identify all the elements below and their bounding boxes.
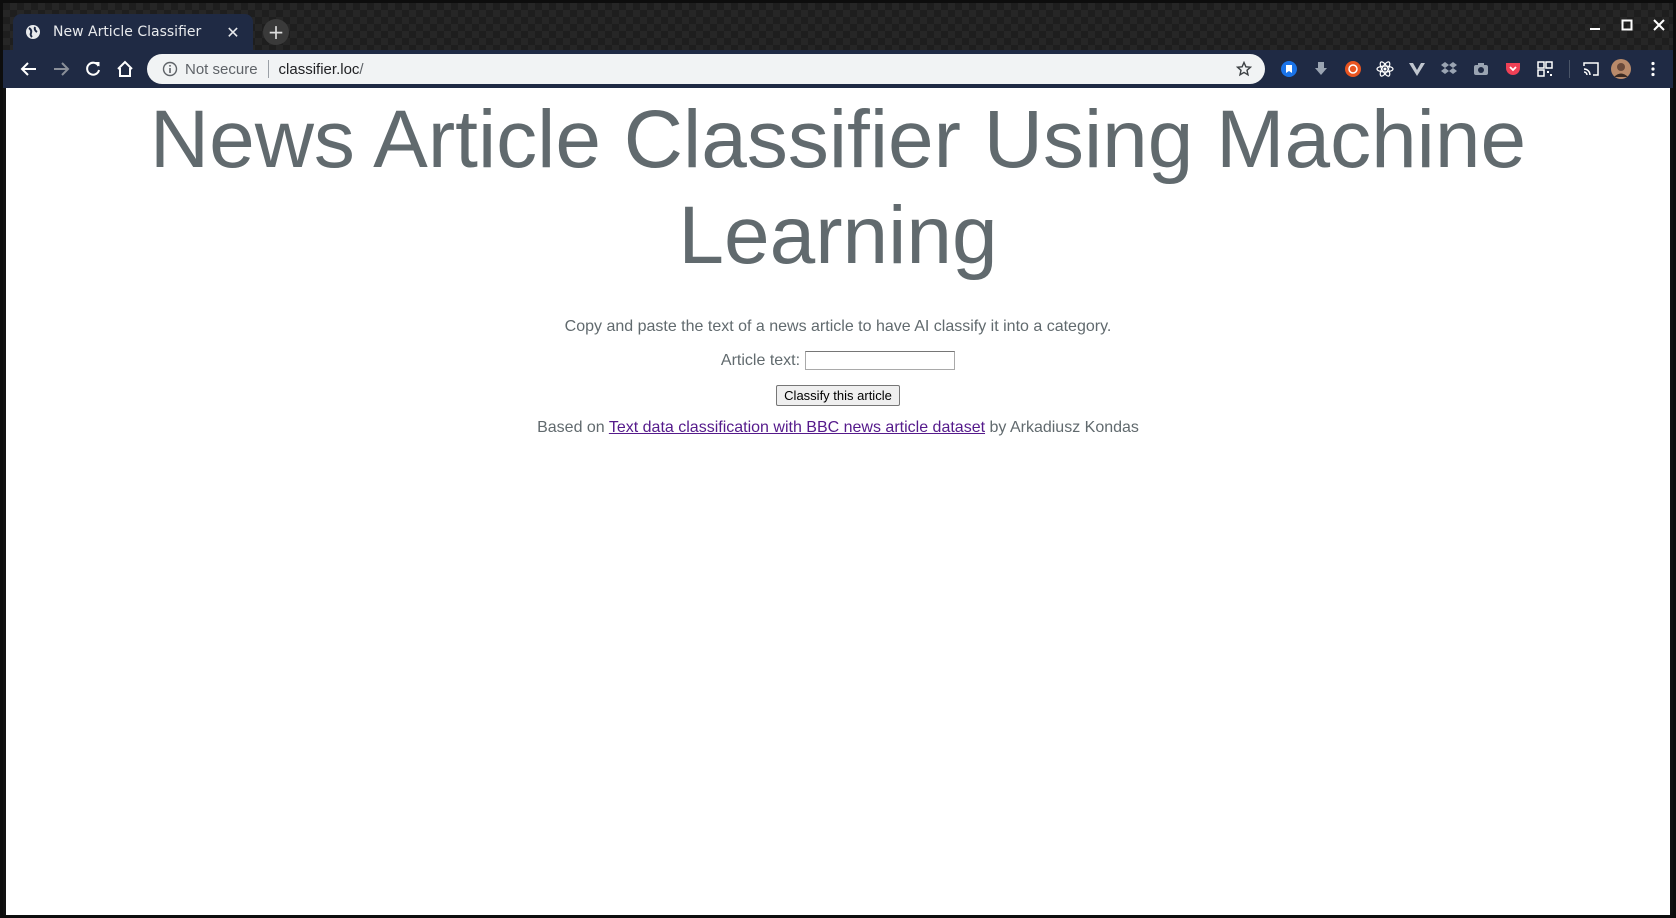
back-icon[interactable]: [17, 57, 41, 81]
credit-line: Based on Text data classification with B…: [6, 419, 1670, 437]
browser-window: New Article Classifier ✕ + Not secure cl…: [0, 0, 1676, 918]
tab-active[interactable]: New Article Classifier ✕: [13, 14, 253, 50]
toolbar-divider: [1569, 60, 1570, 78]
credit-link[interactable]: Text data classification with BBC news a…: [609, 419, 985, 436]
omnibox-divider: [267, 60, 269, 78]
article-text-input[interactable]: [805, 351, 956, 370]
maximize-icon[interactable]: [1615, 15, 1639, 35]
tab-title: New Article Classifier: [53, 24, 202, 40]
bookmark-star-icon[interactable]: [1231, 61, 1257, 77]
react-icon[interactable]: [1375, 59, 1395, 79]
info-icon[interactable]: [155, 61, 185, 77]
forward-icon[interactable]: [49, 57, 73, 81]
tab-strip: New Article Classifier ✕ +: [3, 3, 1673, 50]
ubuntu-icon[interactable]: [1343, 59, 1363, 79]
classify-button[interactable]: Classify this article: [776, 385, 900, 406]
new-tab-button[interactable]: +: [263, 19, 289, 45]
security-label: Not secure: [185, 60, 258, 78]
avatar[interactable]: [1611, 59, 1631, 79]
page-title: News Article Classifier Using Machine Le…: [149, 94, 1527, 281]
minimize-icon[interactable]: [1583, 15, 1607, 35]
browser-toolbar: Not secure classifier.loc/: [3, 50, 1673, 88]
home-icon[interactable]: [113, 57, 137, 81]
reload-icon[interactable]: [81, 57, 105, 81]
url-path: /: [359, 60, 364, 78]
page-content: News Article Classifier Using Machine Le…: [6, 88, 1670, 915]
submit-row: Classify this article: [6, 385, 1670, 406]
url-host: classifier.loc: [278, 60, 360, 78]
vue-icon[interactable]: [1407, 59, 1427, 79]
download-icon[interactable]: [1311, 59, 1331, 79]
cast-icon[interactable]: [1581, 59, 1601, 79]
qr-code-icon[interactable]: [1535, 59, 1555, 79]
menu-dots-icon[interactable]: [1643, 59, 1663, 79]
dropbox-icon[interactable]: [1439, 59, 1459, 79]
window-close-icon[interactable]: [1647, 15, 1671, 35]
credit-prefix: Based on: [537, 419, 605, 436]
intro-text: Copy and paste the text of a news articl…: [564, 318, 1112, 335]
bookmark-icon[interactable]: [1279, 59, 1299, 79]
camera-icon[interactable]: [1471, 59, 1491, 79]
article-form: Article text:: [6, 351, 1670, 370]
article-label: Article text:: [720, 351, 801, 369]
pocket-icon[interactable]: [1503, 59, 1523, 79]
tab-close-icon[interactable]: ✕: [225, 23, 241, 42]
url-text[interactable]: classifier.loc/: [279, 61, 1231, 78]
credit-suffix: by Arkadiusz Kondas: [989, 419, 1139, 436]
globe-icon: [25, 24, 41, 40]
address-bar[interactable]: Not secure classifier.loc/: [147, 54, 1265, 84]
